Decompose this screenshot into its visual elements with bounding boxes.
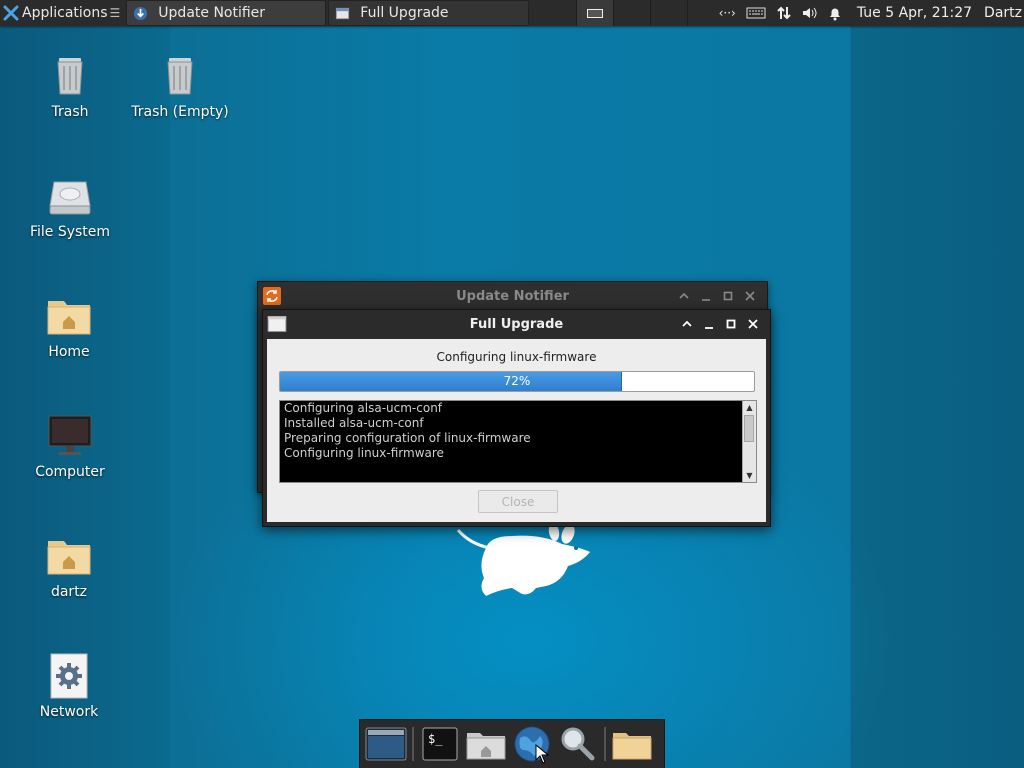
full-upgrade-window: Full Upgrade Configuring linux-firmware … [262,309,771,527]
home-folder-icon [47,541,91,575]
log-line: Preparing configuration of linux-firmwar… [284,431,531,445]
desktop-icon-dartz[interactable]: dartz [14,532,124,600]
workspace-1[interactable] [576,0,613,26]
network-updown-icon[interactable] [776,5,792,21]
window-content: Configuring linux-firmware 72% Configuri… [267,339,766,522]
log-output[interactable]: Configuring alsa-ucm-conf Installed alsa… [279,400,757,483]
titlebar[interactable]: Update Notifier [258,282,767,310]
notification-bell-icon[interactable] [828,6,842,21]
task-label: Update Notifier [158,5,266,21]
dock-terminal[interactable]: $_ [417,722,463,766]
scroll-up-icon[interactable]: ▲ [743,401,756,414]
dock-files[interactable] [609,722,655,766]
icon-label: Trash (Empty) [131,104,229,120]
workspace-2[interactable] [613,0,650,26]
search-icon [561,727,595,761]
home-folder-icon [47,301,91,335]
maximize-button[interactable] [720,314,742,334]
menu-handle-icon: ☰ [109,6,121,20]
desktop-icon-network[interactable]: Network [14,652,124,720]
desktop-icon-file-system[interactable]: File System [15,172,125,240]
dock-separator [604,727,606,761]
update-notifier-icon [134,6,148,20]
workspace-3[interactable] [650,0,687,26]
icon-label: Computer [35,464,105,480]
gear-icon [50,653,88,699]
window-thumbnail-icon [587,8,603,18]
taskbar-full-upgrade[interactable]: Full Upgrade [328,0,530,26]
xfce-mouse-logo [456,523,590,596]
icon-label: File System [29,224,111,240]
log-line: Installed alsa-ucm-conf [284,416,424,430]
log-line: Configuring alsa-ucm-conf [284,401,443,415]
dock-show-desktop[interactable] [363,722,409,766]
workspace-switcher [576,0,724,26]
dock-separator [412,727,414,761]
volume-icon[interactable] [802,6,818,20]
bottom-dock: $_ [359,719,665,768]
user-menu[interactable]: Dartz [984,5,1022,21]
shade-button[interactable] [673,286,695,306]
dock-home-folder[interactable] [463,722,509,766]
xfce-logo-icon [3,5,19,21]
home-folder-icon [466,733,506,760]
show-desktop-icon [365,727,407,761]
desktop-icon-trash[interactable]: Trash [15,52,125,120]
clock[interactable]: Tue 5 Apr, 21:27 [857,5,972,21]
task-label: Full Upgrade [360,5,449,21]
top-panel: Applications ☰ Update Notifier Full Upgr… [0,0,1024,26]
taskbar-update-notifier[interactable]: Update Notifier [126,0,327,26]
scroll-thumb[interactable] [744,415,754,442]
applications-menu[interactable]: Applications ☰ [0,0,124,26]
trash-icon [167,58,193,95]
system-tray: ‹··› Tue 5 Apr, 21:27 Dartz [714,0,1024,26]
desktop-icon-computer[interactable]: Computer [15,412,125,480]
keyboard-icon[interactable] [746,6,766,20]
icon-label: Trash [51,104,89,120]
close-button[interactable] [742,314,764,334]
progress-text: 72% [503,374,531,388]
close-button[interactable] [739,286,761,306]
monitor-icon [48,415,92,455]
scroll-down-icon[interactable]: ▼ [743,469,756,482]
icon-label: Network [39,704,99,720]
log-line: Configuring linux-firmware [284,446,444,460]
terminal-icon: $_ [422,727,458,761]
folder-icon [612,733,652,760]
network-activity-icon[interactable]: ‹··› [719,6,736,20]
dock-search[interactable] [555,722,601,766]
minimize-button[interactable] [695,286,717,306]
hard-drive-icon [49,181,91,215]
minimize-button[interactable] [698,314,720,334]
progress-bar: 72% [279,371,755,392]
mouse-pointer-icon [535,744,549,764]
shade-button[interactable] [676,314,698,334]
trash-icon [57,58,83,95]
dock-web-browser[interactable] [509,722,555,766]
icon-label: Home [48,344,90,360]
desktop-icon-trash-empty[interactable]: Trash (Empty) [125,52,235,120]
svg-text:$_: $_ [428,732,443,746]
window-icon [336,7,350,19]
icon-label: dartz [50,584,88,600]
applications-label: Applications [22,5,108,21]
log-scrollbar[interactable]: ▲ ▼ [742,401,756,482]
close-dialog-button[interactable]: Close [478,490,558,513]
desktop-icon-home[interactable]: Home [14,292,124,360]
status-text: Configuring linux-firmware [436,350,597,364]
maximize-button[interactable] [717,286,739,306]
titlebar[interactable]: Full Upgrade [263,310,770,338]
